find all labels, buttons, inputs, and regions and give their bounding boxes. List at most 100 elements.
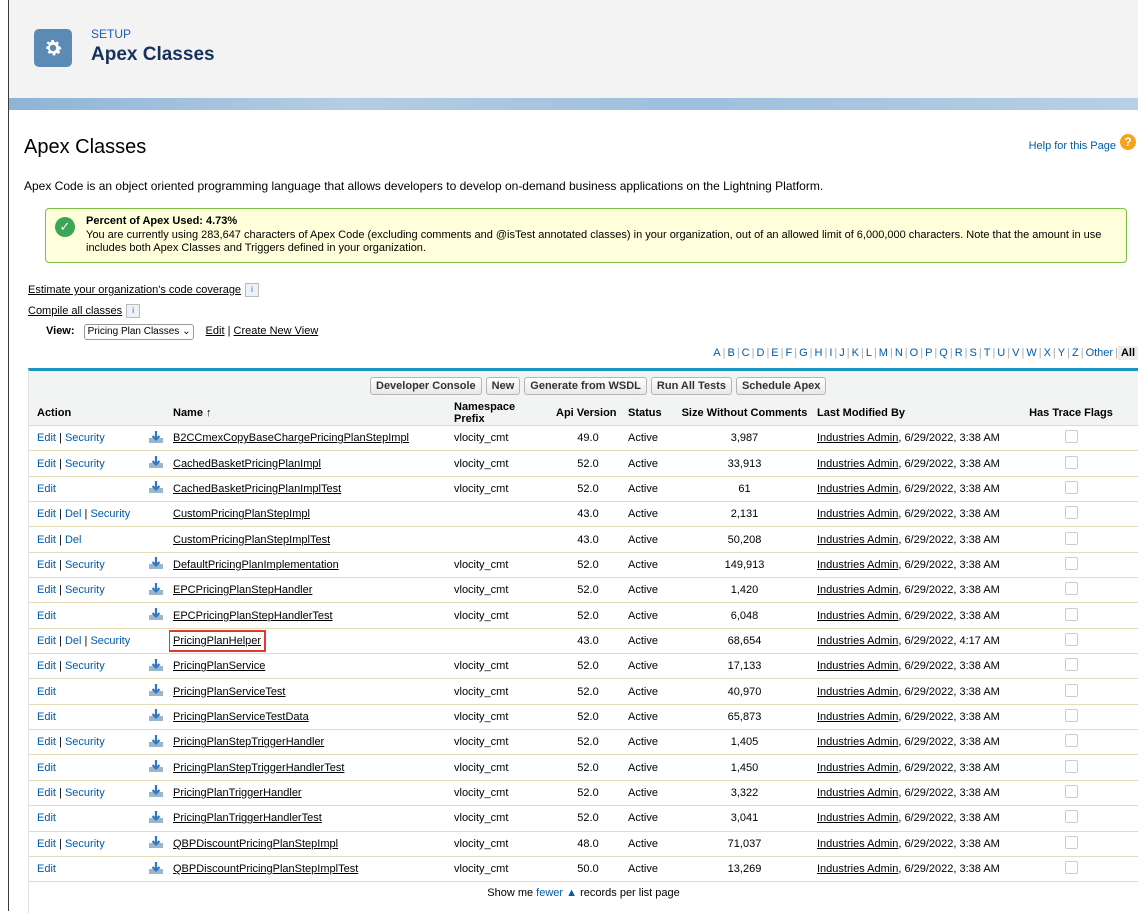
edit-action-link[interactable]: Edit [37, 838, 56, 850]
col-trace-flags[interactable]: Has Trace Flags [1003, 401, 1138, 426]
col-namespace[interactable]: Namespace Prefix [450, 401, 552, 426]
del-action-link[interactable]: Del [65, 635, 82, 647]
alpha-filter-j[interactable]: J [837, 347, 847, 359]
modified-by-link[interactable]: Industries Admin [817, 635, 898, 647]
help-icon[interactable]: ? [1120, 134, 1136, 150]
class-name-link[interactable]: PricingPlanTriggerHandler [173, 787, 302, 799]
alpha-filter-v[interactable]: V [1010, 347, 1021, 359]
edit-action-link[interactable]: Edit [37, 559, 56, 571]
alpha-filter-u[interactable]: U [995, 347, 1007, 359]
schedule-apex-button[interactable]: Schedule Apex [735, 377, 827, 395]
security-action-link[interactable]: Security [90, 635, 130, 647]
estimate-coverage-link[interactable]: Estimate your organization's code covera… [28, 284, 241, 296]
modified-by-link[interactable]: Industries Admin [817, 432, 898, 444]
alpha-filter-other[interactable]: Other [1084, 347, 1116, 359]
class-name-link[interactable]: EPCPricingPlanStepHandler [173, 584, 312, 596]
class-name-link[interactable]: PricingPlanServiceTestData [173, 711, 309, 723]
alpha-filter-e[interactable]: E [769, 347, 780, 359]
class-name-link[interactable]: QBPDiscountPricingPlanStepImplTest [173, 863, 358, 875]
class-name-link[interactable]: DefaultPricingPlanImplementation [173, 559, 339, 571]
security-action-link[interactable]: Security [65, 584, 105, 596]
class-name-link[interactable]: CustomPricingPlanStepImplTest [173, 534, 330, 546]
info-icon[interactable]: i [245, 283, 260, 297]
edit-action-link[interactable]: Edit [37, 736, 56, 748]
alpha-filter-a[interactable]: A [711, 347, 722, 359]
generate-from-wsdl-button[interactable]: Generate from WSDL [524, 377, 647, 395]
edit-view-link[interactable]: Edit [206, 325, 225, 337]
modified-by-link[interactable]: Industries Admin [817, 736, 898, 748]
alpha-filter-t[interactable]: T [982, 347, 993, 359]
edit-action-link[interactable]: Edit [37, 686, 56, 698]
alpha-filter-o[interactable]: O [908, 347, 921, 359]
modified-by-link[interactable]: Industries Admin [817, 812, 898, 824]
class-name-link[interactable]: B2CCmexCopyBaseChargePricingPlanStepImpl [173, 432, 409, 444]
alpha-filter-all[interactable]: All [1117, 346, 1138, 360]
class-name-link[interactable]: PricingPlanService [173, 660, 265, 672]
modified-by-link[interactable]: Industries Admin [817, 534, 898, 546]
developer-console-button[interactable]: Developer Console [370, 377, 482, 395]
class-name-link[interactable]: PricingPlanHelper [169, 629, 267, 652]
security-action-link[interactable]: Security [65, 787, 105, 799]
class-name-link[interactable]: PricingPlanStepTriggerHandlerTest [173, 762, 344, 774]
info-icon[interactable]: i [126, 304, 141, 318]
alpha-filter-w[interactable]: W [1024, 347, 1038, 359]
security-action-link[interactable]: Security [65, 660, 105, 672]
run-all-tests-button[interactable]: Run All Tests [650, 377, 732, 395]
security-action-link[interactable]: Security [65, 559, 105, 571]
alpha-filter-g[interactable]: G [797, 347, 810, 359]
alpha-filter-p[interactable]: P [923, 347, 934, 359]
alpha-filter-z[interactable]: Z [1070, 347, 1081, 359]
class-name-link[interactable]: PricingPlanServiceTest [173, 686, 286, 698]
alpha-filter-l[interactable]: L [864, 347, 874, 359]
alpha-filter-y[interactable]: Y [1056, 347, 1067, 359]
class-name-link[interactable]: PricingPlanStepTriggerHandler [173, 736, 324, 748]
edit-action-link[interactable]: Edit [37, 635, 56, 647]
security-action-link[interactable]: Security [65, 458, 105, 470]
del-action-link[interactable]: Del [65, 534, 82, 546]
alpha-filter-r[interactable]: R [953, 347, 965, 359]
edit-action-link[interactable]: Edit [37, 762, 56, 774]
modified-by-link[interactable]: Industries Admin [817, 610, 898, 622]
alpha-filter-f[interactable]: F [784, 347, 795, 359]
alpha-filter-s[interactable]: S [968, 347, 979, 359]
alpha-filter-x[interactable]: X [1042, 347, 1053, 359]
edit-action-link[interactable]: Edit [37, 534, 56, 546]
modified-by-link[interactable]: Industries Admin [817, 508, 898, 520]
modified-by-link[interactable]: Industries Admin [817, 660, 898, 672]
class-name-link[interactable]: EPCPricingPlanStepHandlerTest [173, 610, 333, 622]
edit-action-link[interactable]: Edit [37, 584, 56, 596]
class-name-link[interactable]: CachedBasketPricingPlanImpl [173, 458, 321, 470]
edit-action-link[interactable]: Edit [37, 787, 56, 799]
modified-by-link[interactable]: Industries Admin [817, 458, 898, 470]
modified-by-link[interactable]: Industries Admin [817, 584, 898, 596]
edit-action-link[interactable]: Edit [37, 432, 56, 444]
modified-by-link[interactable]: Industries Admin [817, 483, 898, 495]
alpha-filter-n[interactable]: N [893, 347, 905, 359]
alpha-filter-h[interactable]: H [813, 347, 825, 359]
edit-action-link[interactable]: Edit [37, 711, 56, 723]
col-last-modified[interactable]: Last Modified By [813, 401, 1003, 426]
col-status[interactable]: Status [624, 401, 676, 426]
security-action-link[interactable]: Security [65, 432, 105, 444]
modified-by-link[interactable]: Industries Admin [817, 762, 898, 774]
help-link[interactable]: Help for this Page [1029, 140, 1116, 152]
class-name-link[interactable]: CachedBasketPricingPlanImplTest [173, 483, 341, 495]
edit-action-link[interactable]: Edit [37, 812, 56, 824]
modified-by-link[interactable]: Industries Admin [817, 787, 898, 799]
security-action-link[interactable]: Security [65, 838, 105, 850]
edit-action-link[interactable]: Edit [37, 610, 56, 622]
modified-by-link[interactable]: Industries Admin [817, 838, 898, 850]
del-action-link[interactable]: Del [65, 508, 82, 520]
class-name-link[interactable]: PricingPlanTriggerHandlerTest [173, 812, 322, 824]
edit-action-link[interactable]: Edit [37, 508, 56, 520]
alpha-filter-c[interactable]: C [740, 347, 752, 359]
class-name-link[interactable]: QBPDiscountPricingPlanStepImpl [173, 838, 338, 850]
edit-action-link[interactable]: Edit [37, 863, 56, 875]
edit-action-link[interactable]: Edit [37, 483, 56, 495]
show-fewer-link[interactable]: fewer [536, 887, 563, 899]
modified-by-link[interactable]: Industries Admin [817, 711, 898, 723]
compile-all-link[interactable]: Compile all classes [28, 305, 122, 317]
new-button[interactable]: New [485, 377, 521, 395]
alpha-filter-d[interactable]: D [754, 347, 766, 359]
alpha-filter-b[interactable]: B [725, 347, 736, 359]
